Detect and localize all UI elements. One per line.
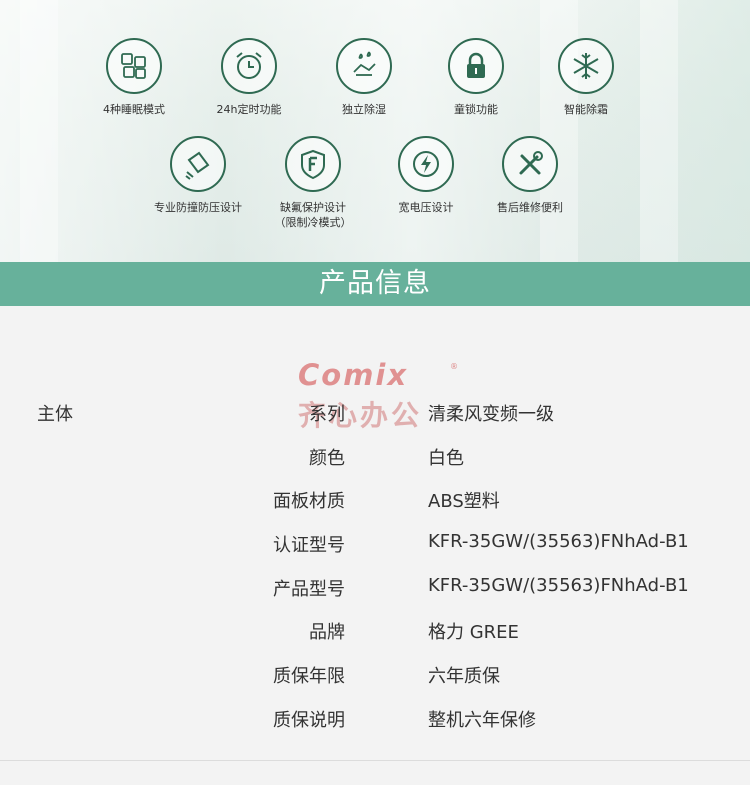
spec-key: 质保年限 xyxy=(273,666,345,687)
snowflake-icon xyxy=(558,38,614,94)
spec-key: 产品型号 xyxy=(273,579,345,600)
section-banner: 产品信息 xyxy=(0,262,750,306)
background-window-pane xyxy=(20,0,58,262)
feature-dehumidify: 独立除湿 xyxy=(304,38,424,117)
spec-group-label: 主体 xyxy=(37,404,73,425)
feature-timer: 24h定时功能 xyxy=(189,38,309,117)
dehumidify-icon xyxy=(336,38,392,94)
watermark-registered: ® xyxy=(450,362,458,371)
feature-child-lock: 童锁功能 xyxy=(416,38,536,117)
spec-value: 清柔风变频一级 xyxy=(428,404,554,425)
spec-value: KFR-35GW/(35563)FNhAd-B1 xyxy=(428,575,689,596)
spec-key: 颜色 xyxy=(309,448,345,469)
sleep-cards-icon xyxy=(106,38,162,94)
spec-value: ABS塑料 xyxy=(428,491,500,512)
feature-anti-collision: 专业防撞防压设计 xyxy=(138,136,258,215)
feature-sleep-modes: 4种睡眠模式 xyxy=(74,38,194,117)
repair-tools-icon xyxy=(502,136,558,192)
feature-label: 专业防撞防压设计 xyxy=(154,201,242,214)
spec-value: KFR-35GW/(35563)FNhAd-B1 xyxy=(428,531,689,552)
watermark-brand: Comix xyxy=(298,358,409,392)
feature-after-sales: 售后维修便利 xyxy=(470,136,590,215)
features-hero: 4种睡眠模式 24h定时功能 独立除湿 童锁功能 智能除霜 专业防撞防压设计 缺… xyxy=(0,0,750,262)
feature-defrost: 智能除霜 xyxy=(526,38,646,117)
spec-key: 质保说明 xyxy=(273,710,345,731)
anti-collision-icon xyxy=(170,136,226,192)
feature-fluorine-protection: 缺氟保护设计 （限制冷模式） xyxy=(253,136,373,230)
spec-value: 六年质保 xyxy=(428,666,500,687)
spec-key: 面板材质 xyxy=(273,491,345,512)
feature-label: 童锁功能 xyxy=(454,103,498,116)
section-title: 产品信息 xyxy=(319,268,431,299)
alarm-clock-icon xyxy=(221,38,277,94)
feature-label: 独立除湿 xyxy=(342,103,386,116)
feature-label: 24h定时功能 xyxy=(216,103,282,116)
voltage-bolt-icon xyxy=(398,136,454,192)
bottom-strip xyxy=(0,761,750,785)
padlock-icon xyxy=(448,38,504,94)
spec-key: 认证型号 xyxy=(273,535,345,556)
spec-value: 格力 GREE xyxy=(428,622,519,643)
spec-value: 整机六年保修 xyxy=(428,710,536,731)
feature-wide-voltage: 宽电压设计 xyxy=(366,136,486,215)
feature-label: 售后维修便利 xyxy=(497,201,563,214)
spec-key: 系列 xyxy=(309,404,345,425)
fluorine-shield-icon xyxy=(285,136,341,192)
feature-label: 缺氟保护设计 （限制冷模式） xyxy=(274,201,352,229)
feature-label: 宽电压设计 xyxy=(398,201,454,214)
feature-label: 4种睡眠模式 xyxy=(103,103,165,116)
spec-value: 白色 xyxy=(428,448,464,469)
feature-label: 智能除霜 xyxy=(564,103,608,116)
spec-key: 品牌 xyxy=(309,622,345,643)
